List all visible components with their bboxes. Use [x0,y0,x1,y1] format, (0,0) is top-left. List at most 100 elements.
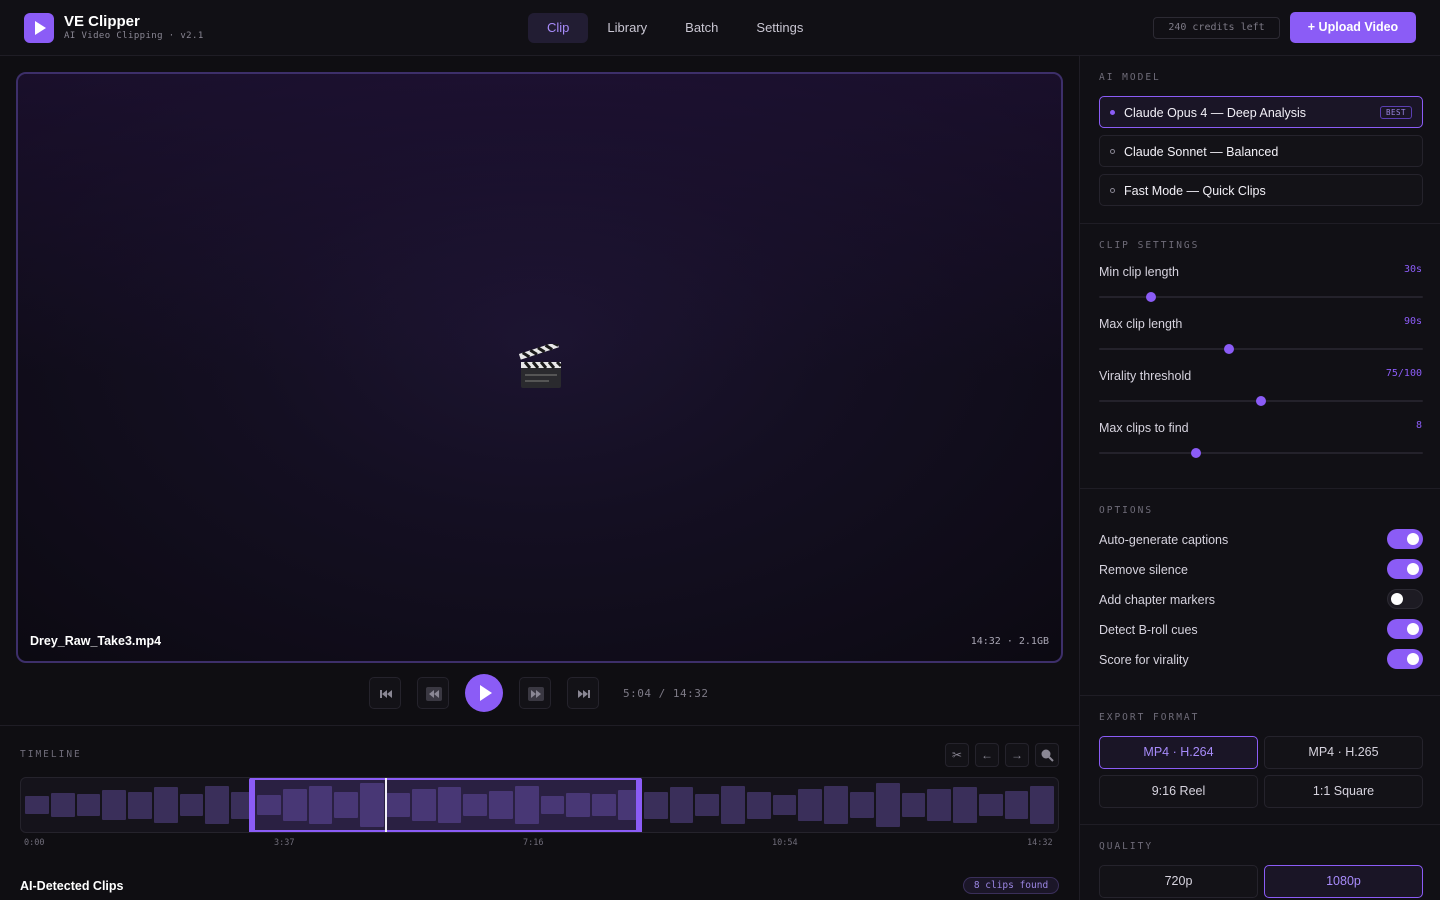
arrow-right-icon[interactable]: → [1005,743,1029,767]
min-clip-length-slider[interactable] [1099,292,1423,302]
video-preview[interactable]: Drey_Raw_Take3.mp4 14:32 · 2.1GB [16,72,1063,663]
timeline-selection[interactable] [249,778,642,832]
waveform-bar [824,786,848,824]
slider-knob[interactable] [1256,396,1266,406]
tab-library[interactable]: Library [588,13,666,43]
credits-badge: 240 credits left [1153,17,1280,39]
waveform-bar [128,791,152,819]
slider-value: 90s [1403,316,1422,327]
slider-value: 75/100 [1385,368,1422,379]
option-label: Detect B-roll cues [1099,623,1198,637]
virality-threshold-slider[interactable] [1099,396,1423,406]
max-clips-slider[interactable] [1099,448,1423,458]
radio-icon [1110,149,1115,154]
waveform-bar [179,793,204,817]
virality-score-toggle[interactable] [1387,649,1423,669]
waveform-bar [875,783,900,827]
remove-silence-toggle[interactable] [1387,559,1423,579]
clapperboard-icon [518,344,563,388]
section-divider [1080,824,1440,825]
timeline-label: TIMELINE [20,749,82,760]
format-mp4-h264[interactable]: MP4 · H.264 [1099,736,1258,769]
timeline-tick: 7:16 [523,838,544,848]
file-name: Drey_Raw_Take3.mp4 [30,634,162,648]
preview-glow [18,74,1061,374]
rewind-icon [426,687,442,701]
skip-back-icon [380,690,392,698]
model-option-sonnet[interactable]: Claude Sonnet — Balanced [1099,135,1423,167]
time-readout: 5:04 / 14:32 [623,687,709,700]
slider-label: Virality threshold [1099,369,1192,383]
waveform-bar [978,794,1003,816]
quality-1080p[interactable]: 1080p [1264,865,1423,898]
section-divider [1080,695,1440,696]
slider-knob[interactable] [1223,344,1234,354]
tab-settings[interactable]: Settings [737,13,822,43]
option-label: Auto-generate captions [1099,533,1229,547]
fast-forward-button[interactable] [519,677,551,709]
skip-to-start-button[interactable] [369,677,401,709]
app-header: VE Clipper AI Video Clipping · v2.1 Clip… [0,0,1440,56]
skip-to-end-button[interactable] [567,677,599,709]
waveform-bar [102,790,127,820]
format-9-16-reel[interactable]: 9:16 Reel [1099,775,1258,808]
arrow-left-icon[interactable]: ← [975,743,999,767]
waveform-bar [927,789,952,821]
quality-720p[interactable]: 720p [1099,865,1258,898]
waveform-bar [153,787,178,823]
selection-end-handle[interactable] [636,778,642,832]
timeline-divider [0,725,1079,726]
main-nav: Clip Library Batch Settings [528,13,822,43]
waveform-bar [798,788,823,822]
option-label: Remove silence [1099,563,1188,577]
b-roll-toggle[interactable] [1387,619,1423,639]
waveform-bar [205,785,230,825]
clips-count-badge: 8 clips found [963,877,1059,894]
slider-label: Max clip length [1099,317,1183,331]
waveform-bar [25,795,49,815]
chapter-markers-toggle[interactable] [1387,589,1423,609]
radio-icon [1110,188,1115,193]
timeline-track[interactable] [20,777,1059,833]
timeline-tick: 0:00 [24,838,45,848]
waveform-bar [953,787,977,823]
waveform-bar [643,791,668,819]
quality-label: QUALITY [1099,841,1154,852]
option-label: Score for virality [1099,653,1189,667]
model-name: Claude Opus 4 — Deep Analysis [1124,106,1307,120]
waveform-bar [772,794,797,816]
options-label: OPTIONS [1099,505,1154,516]
fast-forward-icon [528,687,544,701]
play-button[interactable] [465,674,503,712]
upload-video-button[interactable]: + Upload Video [1290,12,1416,43]
app-subtitle: AI Video Clipping · v2.1 [64,31,204,41]
captions-toggle[interactable] [1387,529,1423,549]
slider-label: Max clips to find [1099,421,1189,435]
tab-batch[interactable]: Batch [666,13,737,43]
model-option-opus[interactable]: Claude Opus 4 — Deep Analysis BEST [1099,96,1423,128]
selection-start-handle[interactable] [249,778,255,832]
slider-knob[interactable] [1191,448,1202,458]
scissors-icon[interactable]: ✂ [945,743,969,767]
waveform-bar [721,785,745,825]
waveform-bar [1004,790,1029,820]
file-meta: 14:32 · 2.1GB [970,636,1049,647]
format-mp4-h265[interactable]: MP4 · H.265 [1264,736,1423,769]
format-1-1-square[interactable]: 1:1 Square [1264,775,1423,808]
radio-icon [1110,110,1115,115]
waveform-bar [76,794,101,816]
export-format-label: EXPORT FORMAT [1099,712,1200,723]
max-clip-length-slider[interactable] [1099,344,1423,354]
tab-clip[interactable]: Clip [528,13,589,43]
slider-value: 8 [1415,420,1422,431]
rewind-button[interactable] [417,677,449,709]
playhead[interactable] [385,778,387,832]
waveform-bar [695,793,720,817]
waveform-bar [746,791,771,819]
waveform-bar [901,793,926,817]
slider-label: Min clip length [1099,265,1179,279]
zoom-icon[interactable] [1035,743,1059,767]
waveform-bar [850,792,874,818]
model-option-fast[interactable]: Fast Mode — Quick Clips [1099,174,1423,206]
slider-knob[interactable] [1145,292,1156,302]
